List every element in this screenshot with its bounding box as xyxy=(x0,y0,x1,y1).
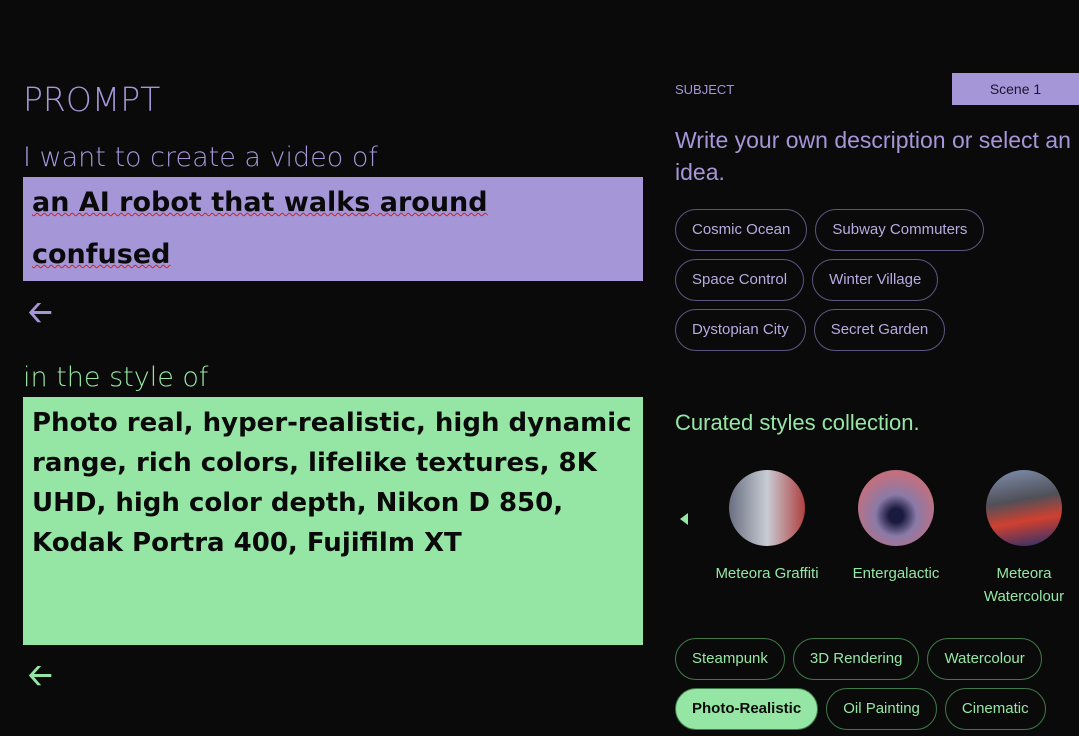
subject-back-button[interactable]: 🡠 xyxy=(28,290,52,341)
style-chip[interactable]: Watercolour xyxy=(927,638,1042,680)
subject-label: SUBJECT xyxy=(675,82,735,97)
style-chip[interactable]: Cinematic xyxy=(944,688,1046,730)
style-chip[interactable]: Steampunk xyxy=(675,638,785,680)
style-card-entergalactic[interactable]: Entergalactic xyxy=(841,470,951,585)
subject-input[interactable]: an AI robot that walks around confused xyxy=(23,177,643,281)
style-thumbnail xyxy=(986,470,1062,546)
subject-lead: I want to create a video of xyxy=(23,142,378,173)
style-chip[interactable]: Oil Painting xyxy=(826,688,937,730)
style-back-button[interactable]: 🡠 xyxy=(28,653,52,704)
subject-description: Write your own description or select an … xyxy=(675,127,1071,185)
style-card-label: Entergalactic xyxy=(852,565,940,582)
style-lead: in the style of xyxy=(23,362,209,393)
style-card-meteora-watercolour[interactable]: Meteora Watercolour xyxy=(969,470,1079,608)
style-card-label: Meteora Graffiti xyxy=(715,565,819,582)
idea-chips: Cosmic Ocean Subway Commuters Space Cont… xyxy=(675,209,1075,351)
carousel-prev-icon[interactable] xyxy=(680,513,688,525)
idea-chip[interactable]: Space Control xyxy=(675,259,805,301)
page-title: PROMPT xyxy=(23,80,161,119)
styles-heading: Curated styles collection. xyxy=(675,410,920,435)
idea-chip[interactable]: Winter Village xyxy=(812,259,939,301)
idea-chip[interactable]: Secret Garden xyxy=(813,309,946,351)
idea-chip[interactable]: Cosmic Ocean xyxy=(675,209,808,251)
style-chip[interactable]: 3D Rendering xyxy=(792,638,920,680)
arrow-left-icon: 🡠 xyxy=(28,658,53,693)
style-input[interactable]: Photo real, hyper-realistic, high dynami… xyxy=(23,397,643,645)
idea-chip[interactable]: Subway Commuters xyxy=(815,209,985,251)
subject-text: an AI robot that walks around confused xyxy=(32,187,488,270)
style-thumbnail xyxy=(858,470,934,546)
style-chips: Steampunk 3D Rendering Watercolour Photo… xyxy=(675,638,1075,730)
arrow-left-icon: 🡠 xyxy=(28,295,53,330)
style-thumbnail xyxy=(729,470,805,546)
style-chip-selected[interactable]: Photo-Realistic xyxy=(675,688,819,730)
idea-chip[interactable]: Dystopian City xyxy=(675,309,806,351)
style-card-label: Meteora Watercolour xyxy=(983,565,1065,605)
style-card-meteora-graffiti[interactable]: Meteora Graffiti xyxy=(712,470,822,585)
scene-tab[interactable]: Scene 1 xyxy=(952,73,1079,105)
